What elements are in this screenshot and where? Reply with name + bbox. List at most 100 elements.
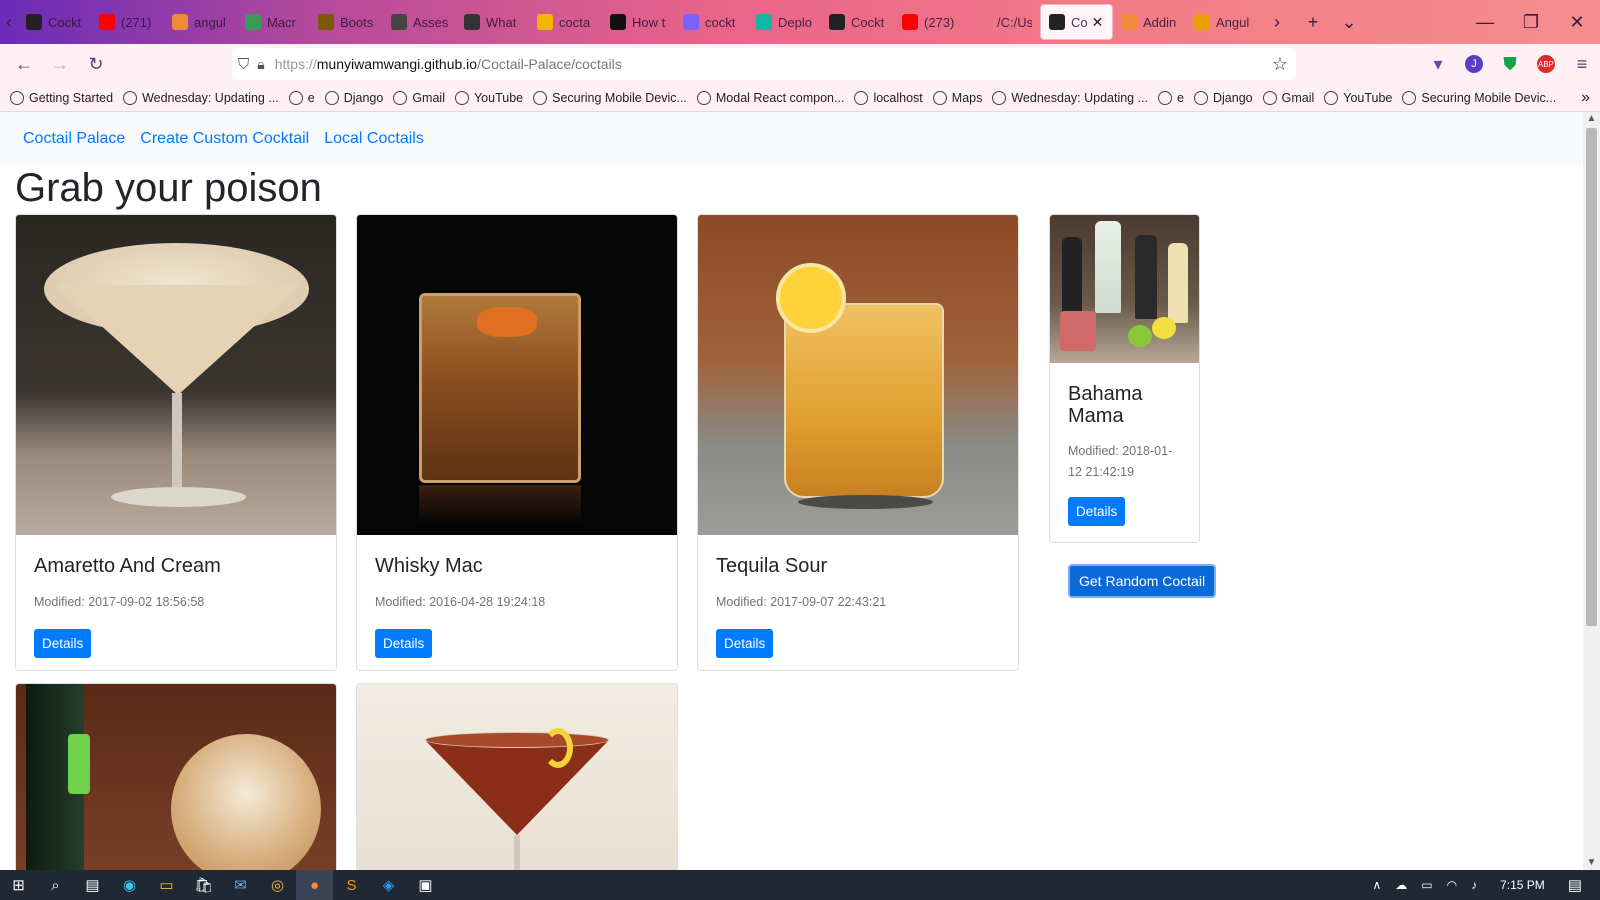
scroll-up-icon[interactable]: ▲	[1583, 112, 1600, 126]
globe-icon	[10, 90, 24, 105]
mail-icon[interactable]: ✉	[222, 870, 259, 900]
nav-create-link[interactable]: Create Custom Cocktail	[140, 130, 309, 148]
list-tabs-icon[interactable]: ⌄	[1331, 0, 1367, 44]
pocket-icon[interactable]: ▾	[1420, 46, 1456, 82]
nav-local-link[interactable]: Local Coctails	[324, 130, 424, 148]
tab-favicon-icon	[26, 14, 42, 30]
url-bar[interactable]: ⛉ 🔒︎ https://munyiwamwangi.github.io/Coc…	[232, 48, 1296, 80]
browser-tab[interactable]: Asses	[383, 0, 456, 44]
scroll-down-icon[interactable]: ▼	[1583, 856, 1600, 870]
tab-title: /C:/Users/	[997, 14, 1032, 30]
globe-icon	[932, 90, 947, 105]
sublime-text-icon[interactable]: S	[333, 870, 370, 900]
tab-favicon-icon	[318, 14, 334, 30]
browser-tab[interactable]: What	[456, 0, 529, 44]
bookmark-label: Django	[343, 90, 384, 105]
details-button[interactable]: Details	[1068, 497, 1126, 526]
bookmark-item[interactable]: Getting Started	[10, 90, 113, 105]
tray-chevron-icon[interactable]: ∧	[1372, 878, 1381, 892]
details-button[interactable]: Details	[716, 629, 774, 658]
browser-tab[interactable]: cockt	[675, 0, 748, 44]
browser-tab[interactable]: Angul	[1186, 0, 1259, 44]
back-icon[interactable]: ←	[6, 46, 42, 82]
bookmark-star-icon[interactable]: ☆	[1272, 54, 1288, 75]
search-icon[interactable]: ⌕	[37, 870, 74, 900]
bookmark-item[interactable]: Wednesday: Updating ...	[123, 90, 279, 105]
notifications-icon[interactable]: ▤	[1568, 876, 1582, 894]
bookmark-item[interactable]: Gmail	[393, 90, 445, 105]
bookmark-item[interactable]: Maps	[932, 90, 982, 105]
bookmark-item[interactable]: Securing Mobile Devic...	[533, 90, 687, 105]
bookmarks-overflow-icon[interactable]: »	[1581, 89, 1590, 107]
browser-tab[interactable]: angul	[164, 0, 237, 44]
bookmark-item[interactable]: Wednesday: Updating ...	[992, 90, 1148, 105]
forward-icon[interactable]: →	[42, 46, 78, 82]
onedrive-icon[interactable]: ☁	[1395, 878, 1407, 892]
tab-title: Co	[1071, 14, 1088, 30]
chrome-icon[interactable]: ◎	[259, 870, 296, 900]
nav-brand-link[interactable]: Coctail Palace	[23, 130, 125, 148]
firefox-icon[interactable]: ●	[296, 870, 333, 900]
shield-extension-icon[interactable]: ⛊	[1492, 46, 1528, 82]
bookmark-item[interactable]: Gmail	[1262, 90, 1315, 105]
browser-tab[interactable]: /C:/Users/	[967, 0, 1040, 44]
menu-icon[interactable]: ≡	[1564, 46, 1600, 82]
cocktail-card: Bahama Mama Modified: 2018-01-12 21:42:1…	[1049, 214, 1200, 543]
new-tab-icon[interactable]: +	[1295, 0, 1331, 44]
browser-tab[interactable]: cocta	[529, 0, 602, 44]
cocktail-image	[16, 215, 336, 535]
adblock-icon[interactable]: ABP	[1528, 46, 1564, 82]
browser-tab[interactable]: How t	[602, 0, 675, 44]
bookmark-item[interactable]: YouTube	[454, 90, 523, 105]
bookmark-item[interactable]: Modal React compon...	[696, 90, 844, 105]
reload-icon[interactable]: ↻	[78, 46, 114, 82]
tab-title: cocta	[559, 14, 591, 30]
page-scrollbar[interactable]: ▲ ▼	[1583, 112, 1600, 870]
tab-scroll-left-icon[interactable]: ‹	[0, 0, 18, 44]
scrollbar-thumb[interactable]	[1586, 128, 1597, 626]
bookmark-label: Gmail	[1281, 90, 1315, 105]
bookmark-item[interactable]: YouTube	[1324, 90, 1392, 105]
windows-start-icon[interactable]: ⊞	[0, 870, 37, 900]
restore-icon[interactable]: ❐	[1508, 0, 1554, 44]
bookmark-item[interactable]: Django	[1193, 90, 1253, 105]
bookmark-item[interactable]: localhost	[854, 90, 923, 105]
browser-tab[interactable]: (271)	[91, 0, 164, 44]
clock[interactable]: 7:15 PM	[1500, 878, 1545, 892]
account-icon[interactable]: J	[1456, 46, 1492, 82]
browser-tab[interactable]: Macr	[237, 0, 310, 44]
close-tab-icon[interactable]: ✕	[1092, 14, 1104, 31]
bookmark-item[interactable]: Securing Mobile Devic...	[1402, 90, 1556, 105]
task-view-icon[interactable]: ▤	[74, 870, 111, 900]
edge-icon[interactable]: ◉	[111, 870, 148, 900]
browser-tab[interactable]: Addin	[1113, 0, 1186, 44]
cocktail-name: Amaretto And Cream	[34, 555, 221, 577]
bookmark-item[interactable]: Django	[324, 90, 384, 105]
vscode-icon[interactable]: ◈	[370, 870, 407, 900]
browser-tab[interactable]: Co ✕	[1040, 4, 1113, 40]
bookmark-item[interactable]: e	[1158, 90, 1184, 105]
terminal-icon[interactable]: ▣	[407, 870, 444, 900]
browser-tab[interactable]: Cockt	[821, 0, 894, 44]
wifi-icon[interactable]: ◠	[1447, 878, 1457, 892]
details-button[interactable]: Details	[34, 629, 92, 658]
close-window-icon[interactable]: ✕	[1554, 0, 1600, 44]
details-button[interactable]: Details	[375, 629, 433, 658]
lock-icon[interactable]: 🔒︎	[257, 56, 264, 73]
tab-scroll-right-icon[interactable]: ›	[1259, 0, 1295, 44]
browser-tab[interactable]: Cockt	[18, 0, 91, 44]
globe-icon	[854, 90, 869, 105]
browser-tab[interactable]: Boots	[310, 0, 383, 44]
minimize-icon[interactable]: —	[1462, 0, 1508, 44]
shield-icon[interactable]: ⛉	[238, 56, 249, 73]
get-random-cocktail-button[interactable]: Get Random Coctail	[1068, 564, 1217, 598]
battery-icon[interactable]: ▭	[1421, 878, 1432, 892]
bookmark-label: Securing Mobile Devic...	[552, 90, 687, 105]
browser-tab[interactable]: (273)	[894, 0, 967, 44]
file-explorer-icon[interactable]: ▭	[148, 870, 185, 900]
volume-icon[interactable]: ♪	[1471, 878, 1477, 892]
store-icon[interactable]: 🛍︎	[185, 870, 222, 900]
browser-tab[interactable]: Deplo	[748, 0, 821, 44]
bookmark-item[interactable]: e	[288, 90, 315, 105]
cocktail-card	[15, 683, 337, 870]
